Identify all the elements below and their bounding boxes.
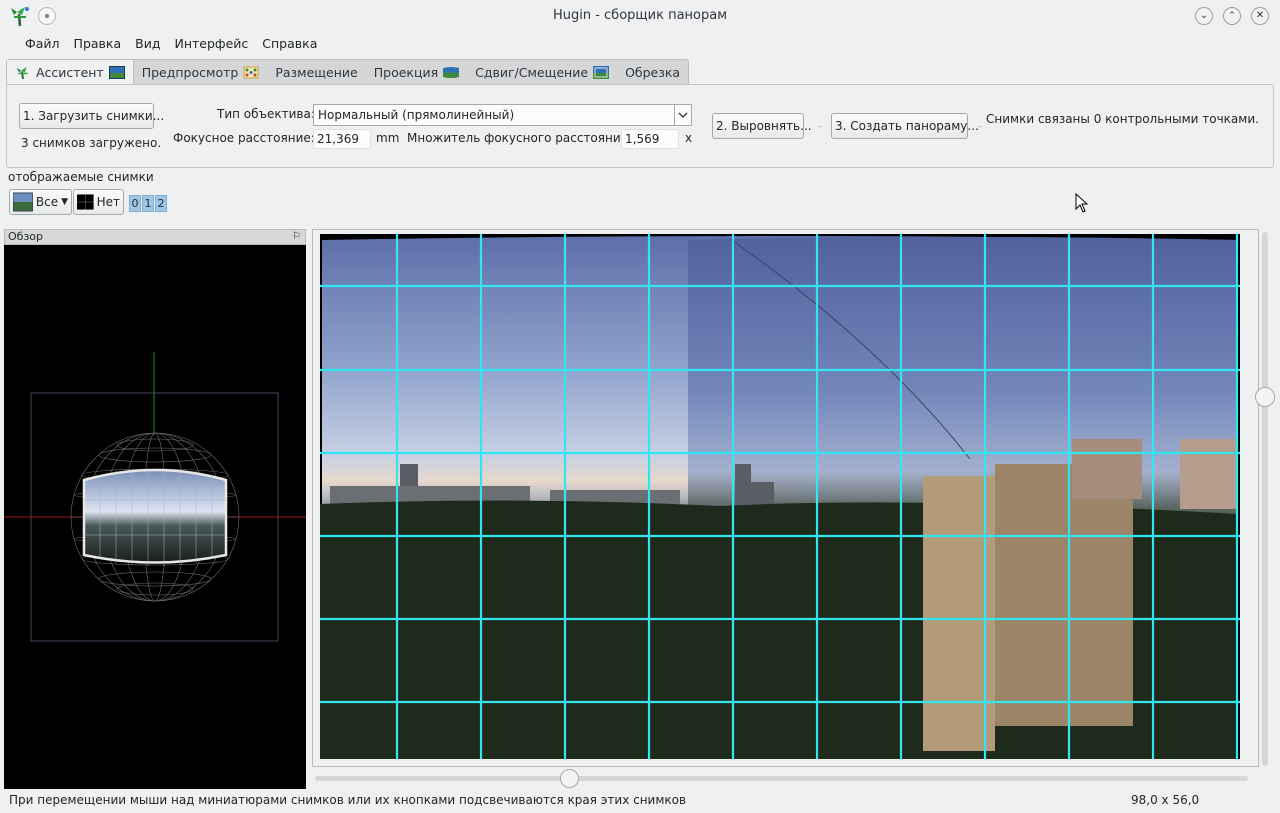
crop-factor-unit: x [685,131,693,145]
tab-label: Предпросмотр [141,64,239,80]
image-toggle-2[interactable]: 2 [155,195,167,212]
tab-crop[interactable]: Обрезка [617,60,688,84]
tab-assistant[interactable]: Ассистент [7,60,134,84]
separator [818,126,821,127]
loaded-status: 3 снимков загружено. [21,136,162,150]
focal-length-label: Фокусное расстояние: [173,131,315,145]
lens-type-value: Нормальный (прямолинейный) [318,108,515,122]
chevron-down-icon [674,105,691,125]
horizontal-scrollbar[interactable] [315,776,1248,781]
window-title: Hugin - сборщик панорам [552,8,728,23]
menu-file[interactable]: Файл [18,34,67,54]
menu-bar: Файл Правка Вид Интерфейс Справка [0,34,324,54]
image-toggle-0[interactable]: 0 [129,195,141,212]
crop-factor-label: Множитель фокусного расстояния: [407,131,632,145]
chevron-down-icon: ⌄ [1199,10,1209,21]
all-images-icon [13,192,33,212]
displayed-images-label: отображаемые снимки [8,170,154,184]
menu-interface[interactable]: Интерфейс [167,34,255,54]
overview-dock-header: Обзор ⚐ [4,229,306,245]
tab-preview[interactable]: Предпросмотр [134,60,268,84]
layout-icon [243,66,259,78]
maximize-button[interactable]: ⌃ [1223,7,1241,25]
crop-factor-input[interactable]: 1,569 [621,129,679,149]
show-all-images-button[interactable]: Все ▼ [9,189,72,215]
mouse-cursor-icon [1075,193,1089,213]
load-images-button[interactable]: 1. Загрузить снимки... [19,103,164,129]
show-no-images-button[interactable]: Нет [73,189,124,215]
panorama-on-sphere [82,468,228,564]
panosphere-view[interactable] [4,245,306,789]
chevron-down-icon: ▼ [61,197,68,207]
focal-length-unit: mm [376,131,400,145]
tab-label: Проекция [373,64,439,80]
tab-label: Ассистент [36,64,104,80]
assistant-panel: 1. Загрузить снимки... 3 снимков загруже… [6,84,1274,168]
horizontal-slider-handle[interactable] [560,769,579,788]
chevron-up-icon: ⌃ [1228,10,1236,21]
vertical-slider-handle[interactable] [1255,387,1275,407]
none-label: Нет [96,195,120,209]
hugin-icon [16,66,28,79]
panorama-preview[interactable] [320,234,1240,759]
overview-title: Обзор [8,230,44,243]
preview-icon [108,65,125,79]
menu-view[interactable]: Вид [128,34,167,54]
overview-panel[interactable] [4,245,306,789]
focal-length-input[interactable]: 21,369 [313,129,371,149]
close-button[interactable]: ✕ [1251,7,1269,25]
tab-label: Сдвиг/Смещение [475,64,589,80]
title-bar: Hugin - сборщик панорам ⌄ ⌃ ✕ [0,0,1280,32]
lens-type-select[interactable]: Нормальный (прямолинейный) [313,104,692,126]
status-hint: При перемещении мыши над миниатюрами сни… [9,793,687,807]
projection-icon [443,66,460,78]
vertical-scrollbar[interactable] [1262,232,1268,766]
tab-layout[interactable]: Размещение [267,60,365,84]
create-panorama-button[interactable]: 3. Создать панораму... [831,113,979,139]
control-points-status: Снимки связаны 0 контрольными точками. [986,112,1259,126]
tab-label: Обрезка [625,64,681,80]
shift-icon [593,65,610,79]
all-label: Все [35,195,59,209]
menu-help[interactable]: Справка [255,34,324,54]
minimize-button[interactable]: ⌄ [1195,7,1213,25]
pin-icon[interactable]: ⚐ [292,230,301,244]
field-of-view-readout: 98,0 x 56,0 [1131,793,1200,807]
lens-type-label: Тип объектива: [217,107,315,121]
separator [978,126,981,127]
tab-bar: Ассистент Предпросмотр Размещение Проекц… [6,59,690,84]
no-images-icon [77,194,94,210]
tab-label: Размещение [275,64,358,80]
close-icon: ✕ [1255,10,1265,21]
menu-edit[interactable]: Правка [67,34,129,54]
tab-shift[interactable]: Сдвиг/Смещение [467,60,617,84]
align-button[interactable]: 2. Выровнять... [712,113,812,139]
image-toggle-1[interactable]: 1 [142,195,154,212]
tab-projection[interactable]: Проекция [366,60,467,84]
